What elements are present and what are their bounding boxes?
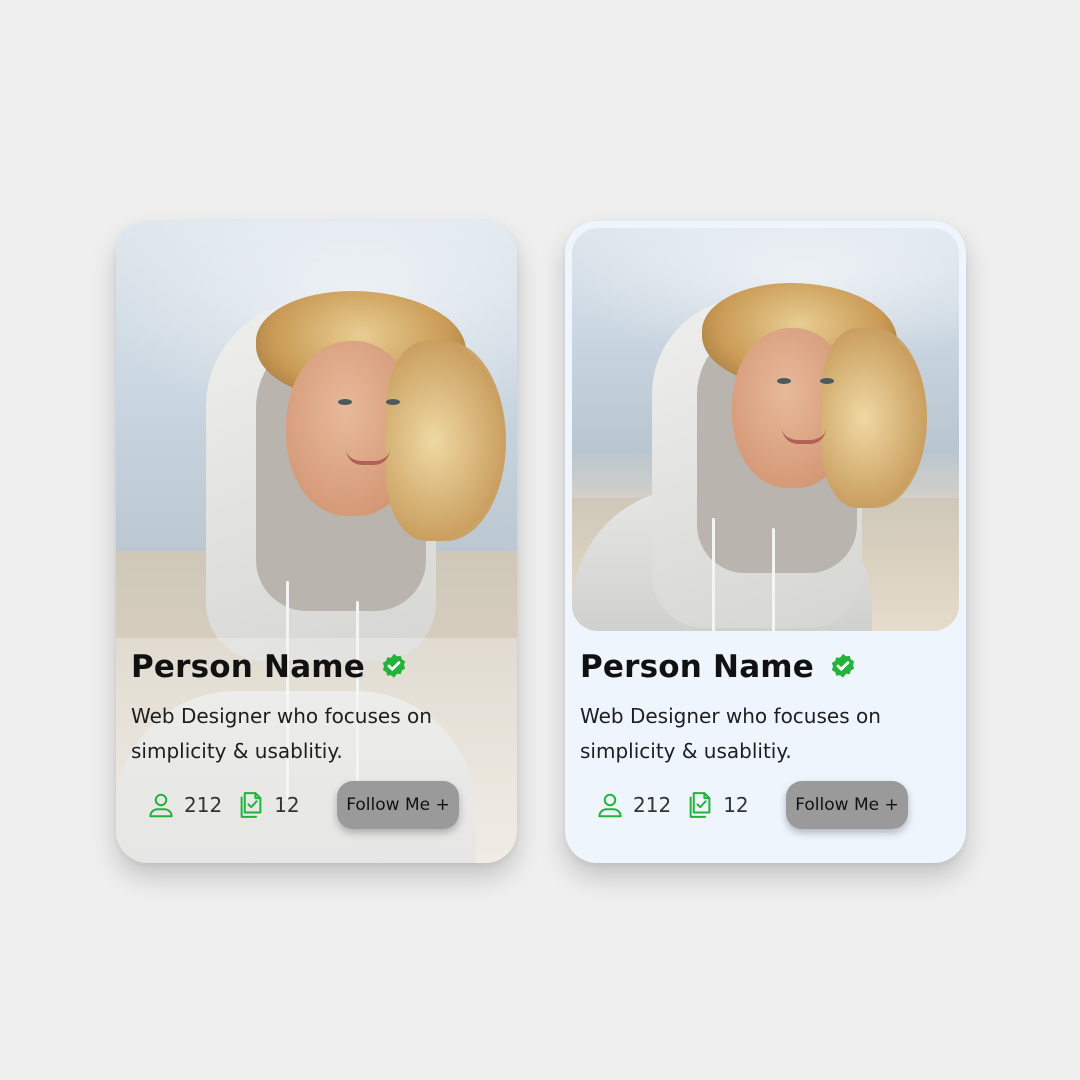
person-description: Web Designer who focuses on simplicity &… [131, 704, 432, 763]
profile-info: Person Name Web Designer who focuses on … [580, 641, 951, 769]
person-name: Person Name [131, 649, 366, 685]
profile-stats: 212 12 [146, 781, 300, 829]
person-name: Person Name [580, 649, 815, 685]
followers-stat: 212 [146, 790, 222, 820]
documents-check-icon [689, 792, 711, 818]
profile-info: Person Name Web Designer who focuses on … [131, 641, 502, 769]
profile-stats: 212 12 [595, 781, 749, 829]
projects-count: 12 [723, 793, 749, 817]
profile-card-full-image: Person Name Web Designer who focuses on … [116, 221, 517, 863]
projects-stat: 12 [685, 790, 749, 820]
follow-button[interactable]: Follow Me + [337, 781, 459, 829]
projects-count: 12 [274, 793, 300, 817]
documents-check-icon [240, 792, 262, 818]
canvas: Person Name Web Designer who focuses on … [0, 0, 1080, 1080]
follow-button[interactable]: Follow Me + [786, 781, 908, 829]
user-icon [149, 793, 173, 818]
profile-photo [572, 228, 959, 631]
projects-stat: 12 [236, 790, 300, 820]
person-description: Web Designer who focuses on simplicity &… [580, 704, 881, 763]
followers-count: 212 [184, 793, 223, 817]
user-icon [598, 793, 622, 818]
profile-card-framed-image: Person Name Web Designer who focuses on … [565, 221, 966, 863]
followers-count: 212 [633, 793, 672, 817]
followers-stat: 212 [595, 790, 671, 820]
verified-badge-icon [831, 653, 855, 678]
verified-badge-icon [382, 653, 406, 678]
